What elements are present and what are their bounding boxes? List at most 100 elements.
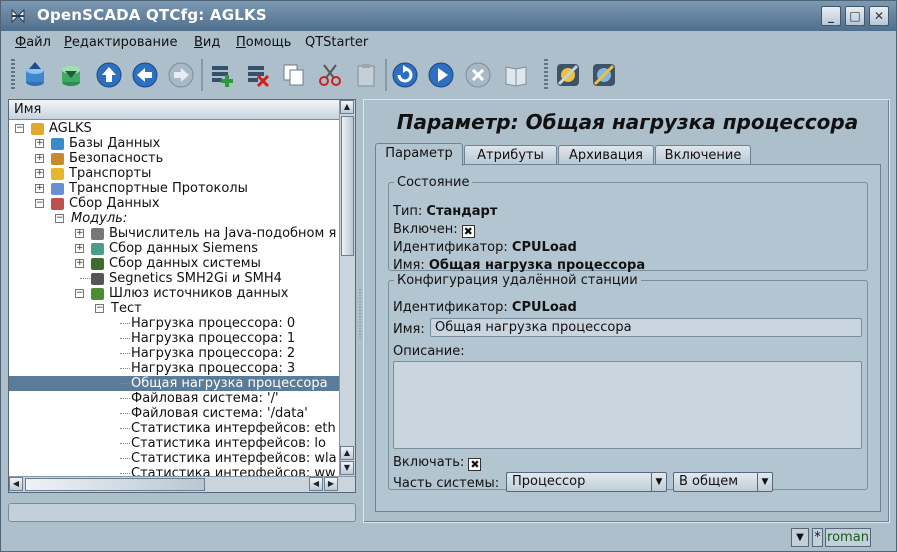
refresh-icon[interactable] [390,60,420,90]
maximize-button[interactable]: □ [845,6,865,26]
tree-item[interactable]: + Безопасность [9,151,340,166]
tree-item[interactable]: + Базы Данных [9,136,340,151]
expand-icon[interactable]: + [35,154,44,163]
tree-item[interactable]: − Шлюз источников данных [9,286,340,301]
config-name-label: Имя: [393,322,425,337]
collapse-icon[interactable]: − [75,289,84,298]
qtcfg-icon[interactable] [553,60,583,90]
scroll-left-button-2[interactable]: ◀ [309,477,323,491]
scroll-left-button[interactable]: ◀ [9,477,23,491]
close-button[interactable]: ✕ [869,6,889,26]
tree-item[interactable]: Нагрузка процессора: 0 [9,316,340,331]
tree-item[interactable]: − Модуль: [9,211,340,226]
status-user[interactable]: roman [825,528,871,547]
tree-item-label: Статистика интерфейсов: eth [131,421,336,436]
db-save-icon[interactable] [56,60,86,90]
menu-bar: Файл Редактирование Вид Помощь QTStarter [1,32,896,54]
expand-icon[interactable]: + [35,184,44,193]
collapse-icon[interactable]: − [95,304,104,313]
tree-item-label: Базы Данных [69,136,161,151]
tree-item-label: Транспортные Протоколы [69,181,248,196]
tree-item[interactable]: Статистика интерфейсов: eth [9,421,340,436]
tab-attributes[interactable]: Атрибуты [464,145,557,165]
tree-item[interactable]: Нагрузка процессора: 2 [9,346,340,361]
tree-item[interactable]: − Тест [9,301,340,316]
system-subpart-select[interactable]: В общем ▼ [673,472,773,492]
name-input[interactable]: Общая нагрузка процессора [430,318,862,337]
expand-icon[interactable]: + [35,139,44,148]
tree-item[interactable]: − Сбор Данных [9,196,340,211]
title-bar[interactable]: OpenSCADA QTCfg: AGLKS _ □ ✕ [1,1,896,31]
copy-icon[interactable] [279,60,309,90]
system-part-select[interactable]: Процессор ▼ [506,472,667,492]
start-icon[interactable] [426,60,456,90]
tab-enabling[interactable]: Включение [655,145,751,165]
tree-item[interactable]: Общая нагрузка процессора [9,376,340,391]
cut-icon[interactable] [315,60,345,90]
status-message-field [8,503,356,522]
expand-icon[interactable]: + [75,259,84,268]
toolbar-grip[interactable] [11,59,15,91]
tree-item[interactable]: + Вычислитель на Java-подобном я [9,226,340,241]
tree-item[interactable]: Segnetics SMH2Gi и SMH4 [9,271,340,286]
node-icon [51,153,64,165]
tree-item[interactable]: Файловая система: '/' [9,391,340,406]
menu-qtstarter[interactable]: QTStarter [305,35,368,50]
page-title: Параметр: Общая нагрузка процессора [396,110,859,134]
panel-splitter[interactable] [358,99,362,523]
tree-item[interactable]: Нагрузка процессора: 3 [9,361,340,376]
db-load-icon[interactable] [20,60,50,90]
scroll-thumb[interactable] [341,116,354,256]
collapse-icon[interactable]: − [15,124,24,133]
tree-item-label: Шлюз источников данных [109,286,289,301]
collapse-icon[interactable]: − [55,214,64,223]
scroll-right-button[interactable]: ▶ [324,477,338,491]
stop-icon[interactable] [463,60,493,90]
collapse-icon[interactable]: − [35,199,44,208]
tree-item[interactable]: + Транспортные Протоколы [9,181,340,196]
add-item-icon[interactable] [207,60,237,90]
tree-item[interactable]: + Сбор данных системы [9,256,340,271]
tree-vertical-scrollbar[interactable]: ▲ ▲ ▼ [339,100,355,477]
toolbar-grip-2[interactable] [544,59,548,91]
menu-edit[interactable]: Редактирование [64,35,177,50]
enabled-checkbox[interactable]: ✖ [461,225,475,238]
back-icon[interactable] [130,60,160,90]
status-menu-button[interactable]: ▼ [791,528,809,547]
tree-item[interactable]: Статистика интерфейсов: lo [9,436,340,451]
menu-view[interactable]: Вид [194,35,220,50]
node-icon [91,243,104,255]
minimize-button[interactable]: _ [821,6,841,26]
up-icon[interactable] [94,60,124,90]
forward-icon[interactable] [166,60,196,90]
paste-icon[interactable] [351,60,381,90]
expand-icon[interactable]: + [75,244,84,253]
app-icon[interactable] [9,7,27,25]
scroll-up-button-2[interactable]: ▲ [340,446,354,460]
enable-checkbox[interactable]: ✖ [468,458,482,471]
navigation-tree[interactable]: − AGLKS + Базы Данных + Безопасность + Транспор… [9,121,340,478]
tree-item[interactable]: Нагрузка процессора: 1 [9,331,340,346]
tree-item[interactable]: − AGLKS [9,121,340,136]
menu-help[interactable]: Помощь [236,35,291,50]
expand-icon[interactable]: + [75,229,84,238]
menu-file[interactable]: Файл [15,35,51,50]
tree-item[interactable]: + Транспорты [9,166,340,181]
scroll-down-button[interactable]: ▼ [340,461,354,475]
tab-archiving[interactable]: Архивация [558,145,654,165]
delete-item-icon[interactable] [243,60,273,90]
tree-item[interactable]: Файловая система: '/data' [9,406,340,421]
tree-horizontal-scrollbar[interactable]: ◀ ◀ ▶ [9,476,355,492]
scroll-up-button[interactable]: ▲ [340,100,354,114]
tree-item[interactable]: + Сбор данных Siemens [9,241,340,256]
uiconf-icon[interactable] [589,60,619,90]
tree-header[interactable]: Имя [9,100,340,120]
tree-item-label: Нагрузка процессора: 1 [131,331,296,346]
tab-pane: Состояние Тип: Стандарт Включен: ✖ Идент… [375,164,881,512]
tree-item[interactable]: Статистика интерфейсов: wla [9,451,340,466]
manual-icon[interactable] [501,60,531,90]
expand-icon[interactable]: + [35,169,44,178]
tab-parameter[interactable]: Параметр [375,143,463,166]
description-textarea[interactable] [393,361,862,449]
hscroll-thumb[interactable] [25,478,205,491]
